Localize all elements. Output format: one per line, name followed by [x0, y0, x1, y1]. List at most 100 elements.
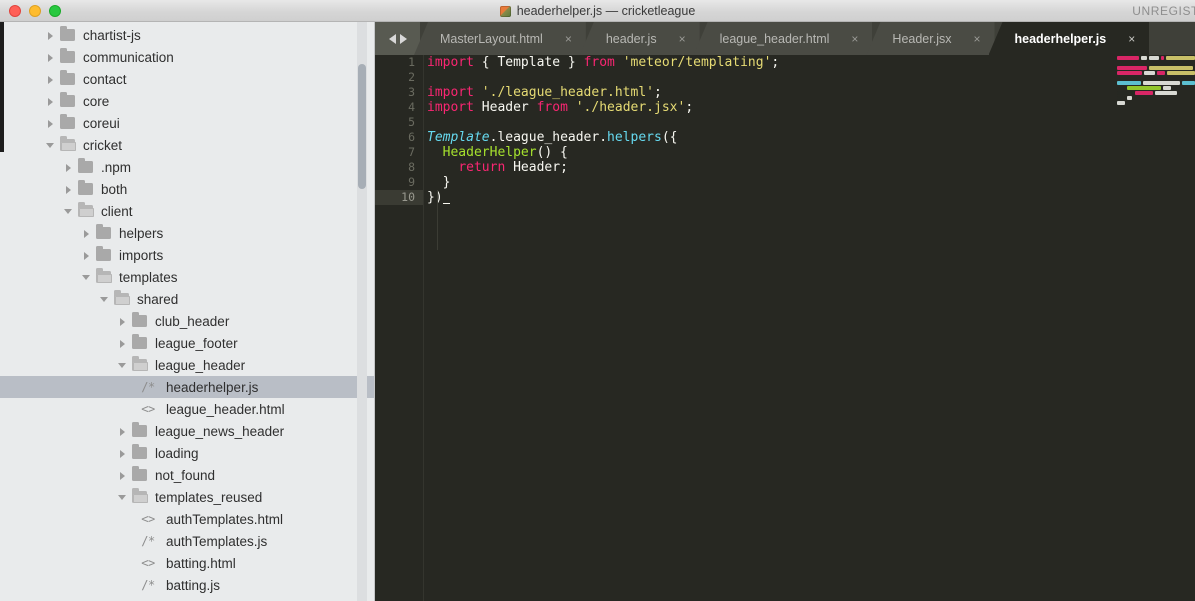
code-minimap[interactable]	[1111, 55, 1195, 601]
folder-closed-icon	[78, 158, 93, 173]
code-line: Template.league_header.helpers({	[427, 130, 1195, 145]
tree-folder-row[interactable]: imports	[0, 244, 375, 266]
tree-folder-row[interactable]: loading	[0, 442, 375, 464]
next-tab-arrow-icon[interactable]	[399, 33, 407, 44]
tree-file-row[interactable]: /* headerhelper.js	[0, 376, 375, 398]
tab-bar: MasterLayout.html × header.js × league_heade…	[375, 22, 1195, 55]
editor-tab[interactable]: headerhelper.js ×	[988, 22, 1150, 55]
tree-folder-row[interactable]: communication	[0, 46, 375, 68]
zoom-button[interactable]	[49, 4, 61, 17]
chevron-right-icon[interactable]	[46, 31, 55, 40]
tree-folder-row[interactable]: not_found	[0, 464, 375, 486]
tree-folder-row[interactable]: core	[0, 90, 375, 112]
minimap-segment	[1117, 56, 1139, 60]
tab-close-icon[interactable]: ×	[973, 32, 980, 46]
code-line: import Header from './header.jsx';	[427, 100, 1195, 115]
chevron-right-icon[interactable]	[118, 427, 127, 436]
chevron-right-icon[interactable]	[82, 229, 91, 238]
code-token: .league_header.	[489, 130, 608, 145]
sidebar-file-tree-panel[interactable]: chartist-js communication contact core coreu…	[0, 22, 375, 601]
tree-item-label: core	[83, 93, 110, 109]
chevron-right-icon[interactable]	[118, 471, 127, 480]
chevron-right-icon[interactable]	[82, 251, 91, 260]
tree-folder-row[interactable]: club_header	[0, 310, 375, 332]
previous-tab-arrow-icon[interactable]	[388, 33, 396, 44]
chevron-right-icon[interactable]	[64, 163, 73, 172]
tree-item-label: cricket	[83, 137, 123, 153]
tree-folder-row[interactable]: templates	[0, 266, 375, 288]
tree-item-label: league_news_header	[155, 423, 285, 439]
tree-folder-row[interactable]: both	[0, 178, 375, 200]
chevron-right-icon[interactable]	[118, 449, 127, 458]
editor-tab[interactable]: header.js ×	[579, 22, 700, 55]
minimap-line	[1117, 66, 1195, 70]
sidebar-scrollbar-thumb[interactable]	[358, 64, 366, 189]
editor-tab[interactable]: Header.jsx ×	[866, 22, 995, 55]
editor-tab[interactable]: MasterLayout.html ×	[414, 22, 586, 55]
code-token: ;	[653, 85, 662, 100]
chevron-down-icon[interactable]	[82, 273, 91, 282]
tree-folder-row[interactable]: helpers	[0, 222, 375, 244]
code-line: import './league_header.html';	[427, 85, 1195, 100]
title-center-group: headerhelper.js — cricketleague	[0, 0, 1195, 22]
file-tree[interactable]: chartist-js communication contact core coreu…	[0, 22, 375, 601]
js-file-icon: /*	[141, 578, 155, 592]
chevron-down-icon[interactable]	[100, 295, 109, 304]
chevron-right-icon[interactable]	[46, 53, 55, 62]
js-file-icon: /*	[141, 380, 155, 394]
tree-folder-row[interactable]: coreui	[0, 112, 375, 134]
tree-folder-row[interactable]: league_news_header	[0, 420, 375, 442]
tree-item-label: batting.html	[166, 555, 236, 571]
chevron-right-icon[interactable]	[46, 119, 55, 128]
chevron-down-icon[interactable]	[118, 361, 127, 370]
tree-folder-row[interactable]: templates_reused	[0, 486, 375, 508]
tab-close-icon[interactable]: ×	[679, 32, 686, 46]
tree-file-row[interactable]: <> batting.html	[0, 552, 375, 574]
tab-close-icon[interactable]: ×	[565, 32, 572, 46]
tree-folder-row[interactable]: league_footer	[0, 332, 375, 354]
tab-close-icon[interactable]: ×	[1128, 32, 1135, 46]
tree-file-row[interactable]: <> authTemplates.html	[0, 508, 375, 530]
folder-closed-icon	[60, 70, 75, 85]
chevron-down-icon[interactable]	[46, 141, 55, 150]
code-token: {	[473, 55, 498, 70]
tree-folder-row[interactable]: contact	[0, 68, 375, 90]
tree-folder-row[interactable]: .npm	[0, 156, 375, 178]
chevron-right-icon[interactable]	[118, 317, 127, 326]
tree-file-row[interactable]: /* batting.js	[0, 574, 375, 596]
code-line: })	[427, 190, 1195, 205]
code-editing-area[interactable]: 1 2 3 4 5 6 7 8 9 10 import { Template } from 'me…	[375, 55, 1195, 601]
chevron-right-icon[interactable]	[46, 97, 55, 106]
tab-close-icon[interactable]: ×	[851, 32, 858, 46]
tree-folder-row[interactable]: shared	[0, 288, 375, 310]
chevron-down-icon[interactable]	[64, 207, 73, 216]
folder-closed-icon	[132, 422, 147, 437]
tree-file-row[interactable]: <> league_header.html	[0, 398, 375, 420]
tree-file-row[interactable]: <>bowling.html	[0, 596, 375, 601]
tree-item-label: chartist-js	[83, 27, 141, 43]
window-controls	[9, 4, 61, 17]
tree-item-label: communication	[83, 49, 174, 65]
tree-folder-row[interactable]: chartist-js	[0, 24, 375, 46]
line-number: 8	[408, 160, 415, 174]
code-token: Template	[427, 130, 490, 145]
chevron-right-icon[interactable]	[46, 75, 55, 84]
chevron-right-icon[interactable]	[118, 339, 127, 348]
chevron-right-icon[interactable]	[64, 185, 73, 194]
line-number: 10	[375, 190, 423, 205]
chevron-down-icon[interactable]	[118, 493, 127, 502]
tree-file-row[interactable]: /* authTemplates.js	[0, 530, 375, 552]
minimize-button[interactable]	[29, 4, 41, 17]
window-title: headerhelper.js — cricketleague	[516, 4, 696, 18]
minimap-segment	[1117, 86, 1125, 90]
source-code-text[interactable]: import { Template } from 'meteor/templat…	[427, 55, 1195, 601]
tree-folder-row[interactable]: client	[0, 200, 375, 222]
tree-folder-row[interactable]: league_header	[0, 354, 375, 376]
close-button[interactable]	[9, 4, 21, 17]
tab-navigation-controls[interactable]	[375, 22, 420, 55]
tab-list[interactable]: MasterLayout.html × header.js × league_heade…	[414, 22, 1150, 55]
tree-folder-row[interactable]: cricket	[0, 134, 375, 156]
tree-item-label: shared	[137, 291, 179, 307]
editor-tab[interactable]: league_header.html ×	[693, 22, 873, 55]
